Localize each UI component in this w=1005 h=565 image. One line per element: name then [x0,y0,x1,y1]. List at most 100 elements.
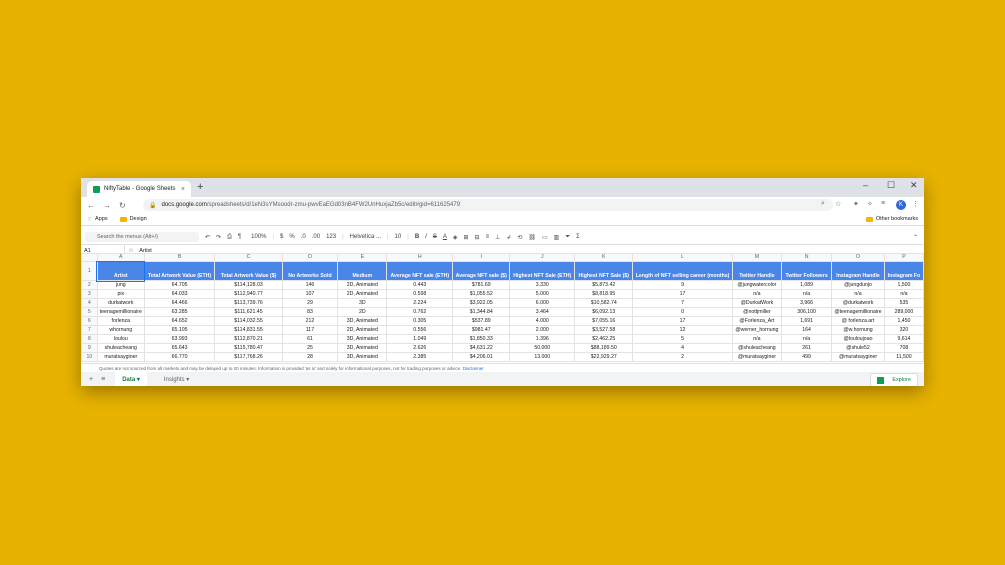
explore-button[interactable]: Explore [870,373,918,386]
functions-icon[interactable]: Σ [576,234,580,240]
table-cell[interactable]: @shule52 [831,343,885,353]
header-cell[interactable]: Total Artwork Value (ETH) [143,261,216,281]
filter-icon[interactable]: ⏷ [565,234,570,241]
table-cell[interactable]: 5.000 [509,289,576,299]
column-header[interactable]: E [337,253,388,262]
table-cell[interactable]: $88,189.50 [574,343,634,353]
table-cell[interactable]: shuleacheang [96,343,145,353]
row-header[interactable]: 2 [81,280,98,290]
table-cell[interactable]: 0.556 [386,325,454,335]
corner-cell[interactable] [81,253,98,262]
table-cell[interactable]: $114,831.55 [214,325,283,335]
table-cell[interactable]: 0.598 [386,289,454,299]
table-cell[interactable]: 63.285 [143,307,216,317]
header-cell[interactable]: Highest NFT Sale (ETH) [509,261,576,281]
table-cell[interactable]: 3.330 [509,280,576,290]
row-header[interactable]: 8 [81,334,98,344]
header-cell[interactable]: Twitter Followers [781,261,833,281]
table-cell[interactable]: loulou [96,334,145,344]
column-header[interactable]: H [386,253,454,262]
table-cell[interactable]: $112,870.21 [214,334,283,344]
column-header[interactable]: M [731,253,783,262]
row-header[interactable]: 4 [81,298,98,308]
table-cell[interactable]: 212 [281,316,339,326]
table-cell[interactable]: 11,500 [883,352,924,362]
undo-icon[interactable]: ↶ [205,234,210,241]
collapse-chevron-icon[interactable]: ⌃ [913,234,918,241]
zoom-icon[interactable]: ⌕ [821,200,825,208]
table-cell[interactable]: 164 [781,325,833,335]
star-icon[interactable]: ☆ [835,200,841,208]
header-cell[interactable]: Average NFT sale (ETH) [386,261,454,281]
table-cell[interactable]: 29 [281,298,339,308]
decrease-decimals-button[interactable]: .0 [301,234,306,240]
row-header[interactable]: 5 [81,307,98,317]
table-cell[interactable]: @shuleacheang [731,343,783,353]
table-cell[interactable]: 1,450 [883,316,924,326]
table-cell[interactable]: $112,940.77 [214,289,283,299]
table-cell[interactable]: 2.224 [386,298,454,308]
column-header[interactable]: D [281,253,339,262]
table-cell[interactable]: $4,206.01 [452,352,511,362]
table-cell[interactable]: 320 [883,325,924,335]
table-cell[interactable]: @Forlenza_Art [731,316,783,326]
table-cell[interactable]: 5 [632,334,733,344]
table-cell[interactable]: $1,055.52 [452,289,511,299]
bookmark-design[interactable]: Design [119,216,147,222]
table-cell[interactable]: 499 [781,352,833,362]
table-cell[interactable]: 6.000 [509,298,576,308]
sheet-tab-data[interactable]: Data ▾ [115,372,147,386]
all-sheets-button[interactable]: ≡ [101,376,105,383]
table-cell[interactable]: @jungwatercolor [731,280,783,290]
table-cell[interactable]: $7,055.16 [574,316,634,326]
bookmark-apps[interactable]: ⁙ Apps [87,216,108,223]
search-menus-input[interactable]: Search the menus (Alt+/) [85,232,199,242]
table-cell[interactable]: whornung [96,325,145,335]
table-cell[interactable]: 3D, Animated [337,334,388,344]
print-icon[interactable]: ⎙ [227,234,232,241]
table-cell[interactable]: 2.000 [509,325,576,335]
header-cell[interactable]: Instagram Fo [883,261,924,281]
strikethrough-button[interactable]: S [433,234,437,240]
currency-button[interactable]: $ [280,234,283,240]
increase-decimals-button[interactable]: .00 [312,234,320,240]
table-cell[interactable]: 0.762 [386,307,454,317]
table-cell[interactable]: $6,092.13 [574,307,634,317]
table-cell[interactable]: $114,032.55 [214,316,283,326]
row-header[interactable]: 3 [81,289,98,299]
font-select[interactable]: Helvetica ... [350,234,381,240]
text-color-button[interactable]: A [443,234,447,240]
forward-icon[interactable]: → [103,201,111,210]
table-cell[interactable]: 2.385 [386,352,454,362]
table-cell[interactable]: 1.396 [509,334,576,344]
reload-icon[interactable]: ↻ [119,201,126,210]
column-header[interactable]: B [143,253,216,262]
table-cell[interactable]: 306,100 [781,307,833,317]
table-cell[interactable]: 4.000 [509,316,576,326]
header-cell[interactable]: No Artworks Sold [281,261,339,281]
header-cell[interactable]: Highest NFT Sale ($) [574,261,634,281]
table-cell[interactable]: pix [96,289,145,299]
merge-icon[interactable]: ⊟ [475,234,480,241]
column-header[interactable]: I [452,253,511,262]
table-cell[interactable]: 3D, Animated [337,316,388,326]
table-cell[interactable]: $2,462.25 [574,334,634,344]
table-cell[interactable]: @werner_hornung [731,325,783,335]
column-header[interactable]: A [96,253,145,262]
font-size-select[interactable]: 10 [395,234,402,240]
row-header[interactable]: 1 [81,261,98,281]
table-cell[interactable]: 1,691 [781,316,833,326]
table-cell[interactable]: n/a [781,334,833,344]
table-cell[interactable]: 17 [632,316,733,326]
table-cell[interactable]: 2 [632,352,733,362]
table-cell[interactable]: n/a [883,289,924,299]
number-format-select[interactable]: 123 [326,234,336,240]
bold-button[interactable]: B [415,234,419,240]
table-cell[interactable]: 289,000 [883,307,924,317]
table-cell[interactable]: @ forlenza.art [831,316,885,326]
column-header[interactable]: C [214,253,283,262]
other-bookmarks[interactable]: Other bookmarks [865,216,918,222]
header-cell[interactable]: Total Artwork Value ($) [214,261,283,281]
table-cell[interactable]: @louloujoao [831,334,885,344]
table-cell[interactable]: 1.049 [386,334,454,344]
